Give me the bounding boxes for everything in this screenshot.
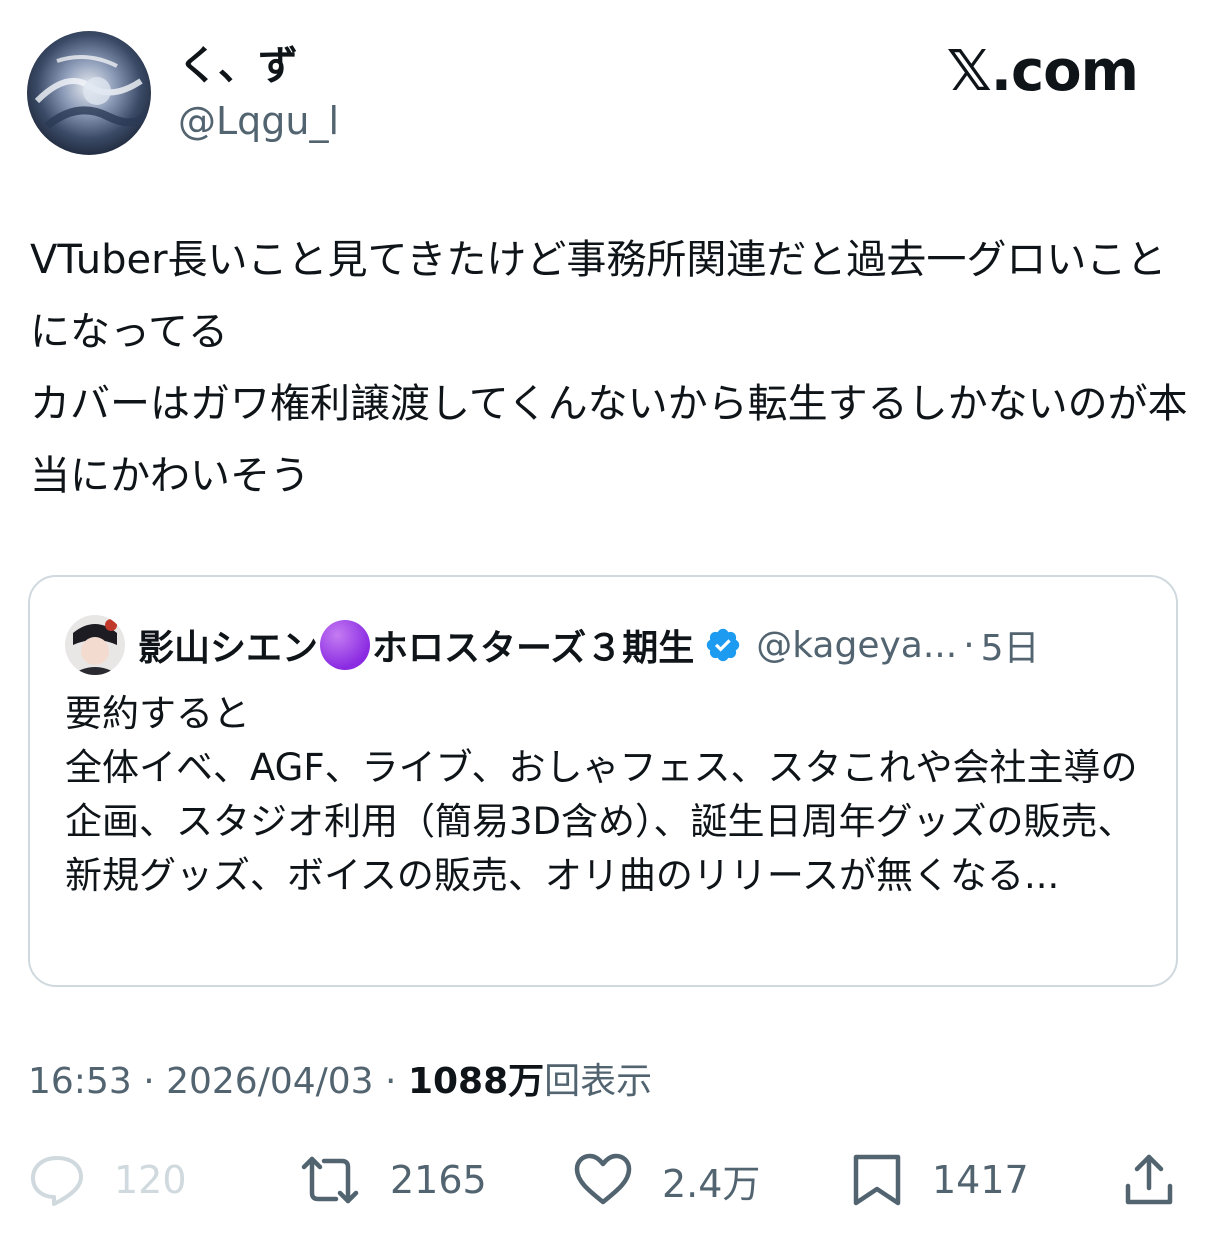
- quoted-author-name-part2[interactable]: ホロスターズ３期生: [372, 619, 694, 671]
- quoted-author-avatar[interactable]: [65, 615, 125, 675]
- reply-count: 120: [114, 1158, 187, 1202]
- share-icon: [1122, 1152, 1176, 1208]
- view-count-label: 回表示: [544, 1061, 653, 1102]
- retweet-count: 2165: [390, 1158, 487, 1202]
- tweet-meta: 16:53 · 2026/04/03 · 1088万回表示: [28, 1056, 652, 1108]
- retweet-icon: [298, 1153, 362, 1207]
- reply-icon: [28, 1153, 86, 1207]
- verified-badge-icon: [704, 626, 742, 664]
- author-display-name[interactable]: く、ず: [178, 40, 298, 92]
- like-button[interactable]: 2.4万: [572, 1150, 760, 1210]
- view-count: 1088万: [407, 1061, 545, 1102]
- heart-icon: [572, 1152, 634, 1208]
- quoted-separator: ·: [963, 624, 975, 666]
- meta-separator: ·: [131, 1061, 167, 1102]
- tweet-date[interactable]: 2026/04/03: [166, 1061, 374, 1102]
- bookmark-count: 1417: [932, 1158, 1029, 1202]
- bookmark-button[interactable]: 1417: [850, 1150, 1029, 1210]
- quoted-timestamp[interactable]: 5日: [981, 619, 1040, 671]
- retweet-button[interactable]: 2165: [298, 1150, 487, 1210]
- avatar[interactable]: [27, 31, 151, 155]
- purple-circle-emoji-icon: [320, 620, 371, 670]
- share-button[interactable]: [1122, 1150, 1176, 1210]
- quoted-tweet-text: 要約すると 全体イベ、AGF、ライブ、おしゃフェス、スタこれや会社主導の企画、ス…: [65, 692, 1138, 897]
- quoted-tweet-header: 影山シエン ホロスターズ３期生 @kageya... · 5日: [138, 617, 1146, 673]
- quoted-author-handle[interactable]: @kageya...: [756, 625, 957, 666]
- like-count: 2.4万: [662, 1161, 761, 1206]
- reply-button[interactable]: 120: [28, 1150, 187, 1210]
- bookmark-icon: [850, 1151, 904, 1209]
- author-handle[interactable]: @Lqgu_l: [178, 97, 339, 145]
- meta-separator: ·: [373, 1061, 408, 1102]
- quoted-tweet-card[interactable]: 影山シエン ホロスターズ３期生 @kageya... · 5日 要約すると 全体…: [28, 575, 1178, 987]
- site-logo: 𝕏.com: [946, 39, 1139, 104]
- tweet-time[interactable]: 16:53: [28, 1061, 132, 1102]
- tweet-text: VTuber長いこと見てきたけど事務所関連だと過去一グロいことになってる カバー…: [30, 237, 1188, 499]
- quoted-author-name-part1[interactable]: 影山シエン: [138, 619, 318, 671]
